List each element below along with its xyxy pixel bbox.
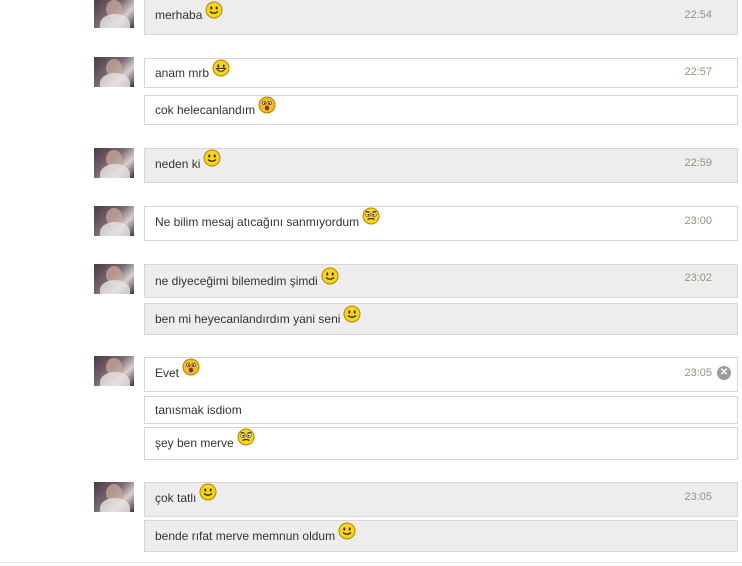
message-time: 23:05	[684, 491, 712, 503]
avatar[interactable]	[94, 148, 134, 178]
message-text: ben mi heyecanlandırdım yani seni	[155, 312, 341, 326]
message-text: Ne bilim mesaj atıcağını sanmıyordum	[155, 215, 360, 229]
message-line: anam mrb	[155, 59, 230, 87]
message-text: bende rıfat merve memnun oldum	[155, 529, 336, 543]
message-time: 23:02	[684, 272, 712, 284]
smile-icon	[199, 482, 217, 513]
avatar[interactable]	[94, 264, 134, 294]
grin-icon	[212, 59, 230, 87]
smile-icon	[205, 0, 223, 30]
divider	[0, 562, 742, 563]
message-text: merhaba	[155, 8, 203, 22]
avatar[interactable]	[94, 0, 134, 28]
smile-icon	[203, 148, 221, 179]
avatar[interactable]	[94, 482, 134, 512]
message-bubble: neden ki 22:59	[144, 148, 738, 183]
message-line: bende rıfat merve memnun oldum	[155, 521, 356, 551]
avatar[interactable]	[94, 57, 134, 87]
message-text: çok tatlı	[155, 491, 197, 505]
chat-conversation: merhaba 22:54 anam mrb 22:57 cok helecan…	[0, 0, 742, 566]
message-text: anam mrb	[155, 66, 210, 80]
confused-icon	[258, 96, 276, 124]
message-text: şey ben merve	[155, 436, 234, 450]
message-text: cok helecanlandım	[155, 103, 256, 117]
message-bubble: tanısmak isdiom	[144, 396, 738, 424]
message-time: 23:05	[684, 367, 712, 379]
message-text: ne diyeceğimi bilemedim şimdi	[155, 274, 318, 288]
message-line: şey ben merve	[155, 428, 255, 459]
message-bubble: çok tatlı 23:05	[144, 482, 738, 517]
message-text: tanısmak isdiom	[155, 403, 242, 417]
message-line: neden ki	[155, 149, 221, 182]
smile-icon	[321, 265, 339, 297]
message-text: Evet	[155, 366, 180, 380]
worried-icon	[237, 427, 255, 458]
message-bubble: bende rıfat merve memnun oldum	[144, 520, 738, 552]
message-bubble: ne diyeceğimi bilemedim şimdi 23:02	[144, 264, 738, 298]
message-line: ne diyeceğimi bilemedim şimdi	[155, 265, 339, 297]
message-time: 22:59	[684, 157, 712, 169]
message-bubble: Ne bilim mesaj atıcağını sanmıyordum 23:…	[144, 206, 738, 241]
message-line: cok helecanlandım	[155, 96, 276, 124]
message-bubble: cok helecanlandım	[144, 95, 738, 125]
message-text: neden ki	[155, 157, 201, 171]
smile-icon	[343, 304, 361, 334]
smile-icon	[338, 521, 356, 551]
message-line: çok tatlı	[155, 483, 217, 516]
worried-icon	[362, 206, 380, 237]
avatar[interactable]	[94, 356, 134, 386]
message-bubble: ben mi heyecanlandırdım yani seni	[144, 303, 738, 335]
message-line: tanısmak isdiom	[155, 397, 242, 423]
message-time: 22:54	[684, 9, 712, 21]
message-bubble: şey ben merve	[144, 427, 738, 460]
message-bubble: anam mrb 22:57	[144, 58, 738, 88]
message-bubble: merhaba 22:54	[144, 0, 738, 35]
message-line: ben mi heyecanlandırdım yani seni	[155, 304, 361, 334]
message-line: Ne bilim mesaj atıcağını sanmıyordum	[155, 207, 380, 240]
avatar[interactable]	[94, 206, 134, 236]
message-time: 23:00	[684, 215, 712, 227]
message-bubble: Evet 23:05 ✕	[144, 357, 738, 392]
message-line: merhaba	[155, 0, 223, 30]
confused-icon	[182, 357, 200, 388]
message-line: Evet	[155, 358, 200, 389]
message-time: 22:57	[684, 66, 712, 78]
close-icon[interactable]: ✕	[717, 366, 731, 380]
